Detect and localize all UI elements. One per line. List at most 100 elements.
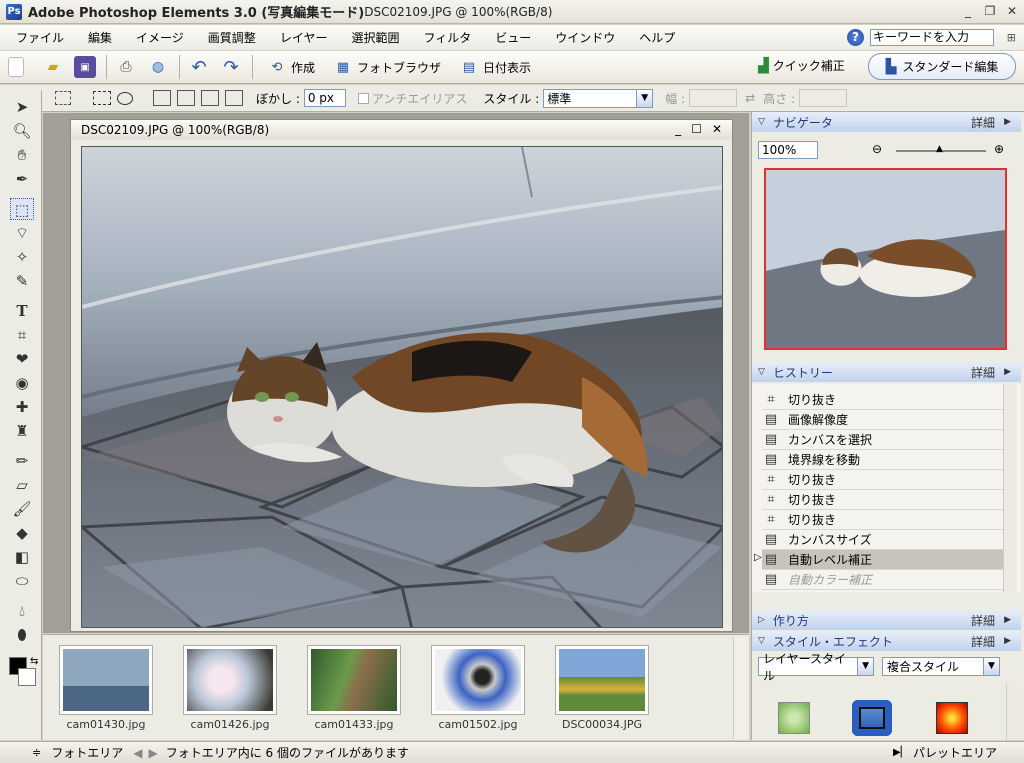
paint-bucket-tool-icon[interactable]: ◆ <box>10 522 34 544</box>
crop-tool-icon[interactable]: ⌗ <box>10 324 34 346</box>
menu-edit[interactable]: 編集 <box>76 29 124 46</box>
style-swatch-blue-frame[interactable] <box>852 700 892 736</box>
recipes-header[interactable]: ▷ 作り方 詳細 ▶ <box>752 610 1021 630</box>
menu-layer[interactable]: レイヤー <box>268 29 340 46</box>
history-item[interactable]: ▤ カンバスを選択 <box>762 430 1004 450</box>
marquee-preset-icon[interactable] <box>55 91 71 105</box>
brush-tool-icon[interactable]: 🖌︎ <box>10 498 34 520</box>
style-swatch-red-glow[interactable] <box>936 702 968 734</box>
style-swatch-green[interactable] <box>778 702 810 734</box>
doc-close-icon[interactable]: ✕ <box>712 122 722 136</box>
zoom-in-icon[interactable]: ⊕ <box>994 142 1004 156</box>
style-category-select[interactable]: レイヤースタイル ▼ <box>758 652 874 683</box>
height-input[interactable] <box>799 89 848 107</box>
standard-edit-button[interactable]: ▙ スタンダード編集 <box>868 53 1016 80</box>
width-input[interactable] <box>689 89 738 107</box>
history-item[interactable]: ⌗ 切り抜き <box>762 470 1004 490</box>
menu-filter[interactable]: フィルタ <box>411 29 483 46</box>
swap-colors-icon[interactable]: ⇆ <box>30 656 38 667</box>
feather-input[interactable]: 0 px <box>303 89 346 107</box>
pencil-tool-icon[interactable]: ✏ <box>10 450 34 472</box>
zoom-out-icon[interactable]: ⊖ <box>872 142 882 156</box>
sponge-tool-icon[interactable]: ⬮ <box>10 624 34 646</box>
history-item[interactable]: ▤ カンバスサイズ <box>762 530 1004 550</box>
photo-bin-toggle-icon[interactable]: ≑ <box>32 746 41 759</box>
history-item-undone[interactable]: ▤ 自動カラー補正 <box>762 570 1004 590</box>
history-header[interactable]: ▽ ヒストリー 詳細 ▶ <box>752 362 1021 382</box>
thumbnail[interactable]: cam01426.jpg <box>183 645 277 731</box>
menu-enhance[interactable]: 画質調整 <box>196 29 268 46</box>
thumbnail[interactable]: cam01502.jpg <box>431 645 525 731</box>
save-icon[interactable]: ▣ <box>74 56 96 78</box>
close-icon[interactable]: ✕ <box>1004 3 1020 19</box>
menu-help[interactable]: ヘルプ <box>627 29 687 46</box>
type-tool-icon[interactable]: T <box>10 300 34 322</box>
help-search-input[interactable]: キーワードを入力 <box>870 29 994 46</box>
new-file-icon[interactable] <box>8 57 24 77</box>
undo-icon[interactable]: ↶ <box>188 56 210 78</box>
print-icon[interactable]: ⎙ <box>115 56 137 78</box>
ellipse-marquee-option-icon[interactable] <box>117 91 133 105</box>
cookie-cutter-tool-icon[interactable]: ❤ <box>10 348 34 370</box>
blur-tool-icon[interactable]: 💧︎ <box>10 600 34 622</box>
history-item-selected[interactable]: ▤ 自動レベル補正 <box>762 550 1004 570</box>
thumbnail[interactable]: cam01430.jpg <box>59 645 153 731</box>
open-folder-icon[interactable]: ▰ <box>42 56 64 78</box>
photo-browser-button[interactable]: ▦ フォトブラウザ <box>333 58 441 76</box>
add-selection-icon[interactable] <box>177 90 195 106</box>
history-item[interactable]: ⌗ 切り抜き <box>762 390 1004 410</box>
previous-photo-icon[interactable]: ◀ <box>133 746 142 760</box>
photo-bin-scrollbar[interactable] <box>733 637 747 739</box>
restore-icon[interactable]: ❐ <box>982 3 998 19</box>
styles-effects-header[interactable]: ▽ スタイル・エフェクト 詳細 ▶ <box>752 631 1021 651</box>
eyedropper-tool-icon[interactable]: ✒ <box>10 168 34 190</box>
minimize-icon[interactable]: _ <box>960 3 976 19</box>
help-icon[interactable]: ? <box>847 29 864 46</box>
move-tool-icon[interactable]: ➤ <box>10 96 34 118</box>
slider-thumb-icon[interactable]: ▲ <box>936 144 943 154</box>
style-select[interactable]: 標準 ▼ <box>543 88 654 108</box>
antialias-checkbox[interactable] <box>357 92 369 104</box>
create-button[interactable]: ⟲ 作成 <box>267 58 315 76</box>
menu-window[interactable]: ウインドウ <box>543 29 627 46</box>
shape-tool-icon[interactable]: ⬭ <box>10 570 34 592</box>
history-more[interactable]: 詳細 <box>971 364 995 381</box>
style-library-select[interactable]: 複合スタイル ▼ <box>882 657 1000 676</box>
menu-select[interactable]: 選択範囲 <box>339 29 411 46</box>
quick-fix-button[interactable]: ▟ クイック補正 <box>758 57 845 74</box>
red-eye-tool-icon[interactable]: ◉ <box>10 372 34 394</box>
menu-view[interactable]: ビュー <box>483 29 543 46</box>
navigator-more[interactable]: 詳細 <box>971 114 995 131</box>
magic-wand-tool-icon[interactable]: ✧ <box>10 246 34 268</box>
photoshop-elements-app-icon[interactable]: Ps <box>6 3 22 20</box>
new-selection-icon[interactable] <box>153 90 171 106</box>
palette-bin-toggle-icon[interactable]: ▶▏ <box>893 747 908 758</box>
history-scrollbar[interactable] <box>1003 384 1017 592</box>
next-photo-icon[interactable]: ▶ <box>148 746 157 760</box>
selection-brush-tool-icon[interactable]: ✎ <box>10 270 34 292</box>
healing-brush-tool-icon[interactable]: ✚ <box>10 396 34 418</box>
redo-icon[interactable]: ↷ <box>220 56 242 78</box>
hand-tool-icon[interactable]: ✋︎ <box>10 144 34 166</box>
history-item[interactable]: ⌗ 切り抜き <box>762 490 1004 510</box>
gradient-tool-icon[interactable]: ◧ <box>10 546 34 568</box>
styles-effects-more[interactable]: 詳細 <box>971 633 995 650</box>
history-state-pointer-icon[interactable]: ▷ <box>754 552 762 563</box>
navigator-zoom-input[interactable]: 100% <box>758 141 818 159</box>
rect-marquee-option-icon[interactable] <box>93 91 111 105</box>
intersect-selection-icon[interactable] <box>225 90 243 106</box>
menu-file[interactable]: ファイル <box>4 29 76 46</box>
navigator-preview[interactable] <box>764 168 1007 350</box>
history-item[interactable]: ▤ 画像解像度 <box>762 410 1004 430</box>
doc-minimize-icon[interactable]: _ <box>675 122 681 136</box>
doc-maximize-icon[interactable]: ☐ <box>691 122 702 136</box>
document-title-bar[interactable]: DSC02109.JPG @ 100%(RGB/8) <box>71 120 732 140</box>
clone-stamp-tool-icon[interactable]: ♜ <box>10 420 34 442</box>
lasso-tool-icon[interactable]: ⌔ <box>10 222 34 244</box>
zoom-tool-icon[interactable]: 🔍︎ <box>10 120 34 142</box>
subtract-selection-icon[interactable] <box>201 90 219 106</box>
menu-image[interactable]: イメージ <box>124 29 196 46</box>
navigator-header[interactable]: ▽ ナビゲータ 詳細 ▶ <box>752 112 1021 132</box>
background-color-swatch[interactable] <box>18 668 36 686</box>
menu-grid-icon[interactable]: ⊞ <box>1007 31 1016 44</box>
